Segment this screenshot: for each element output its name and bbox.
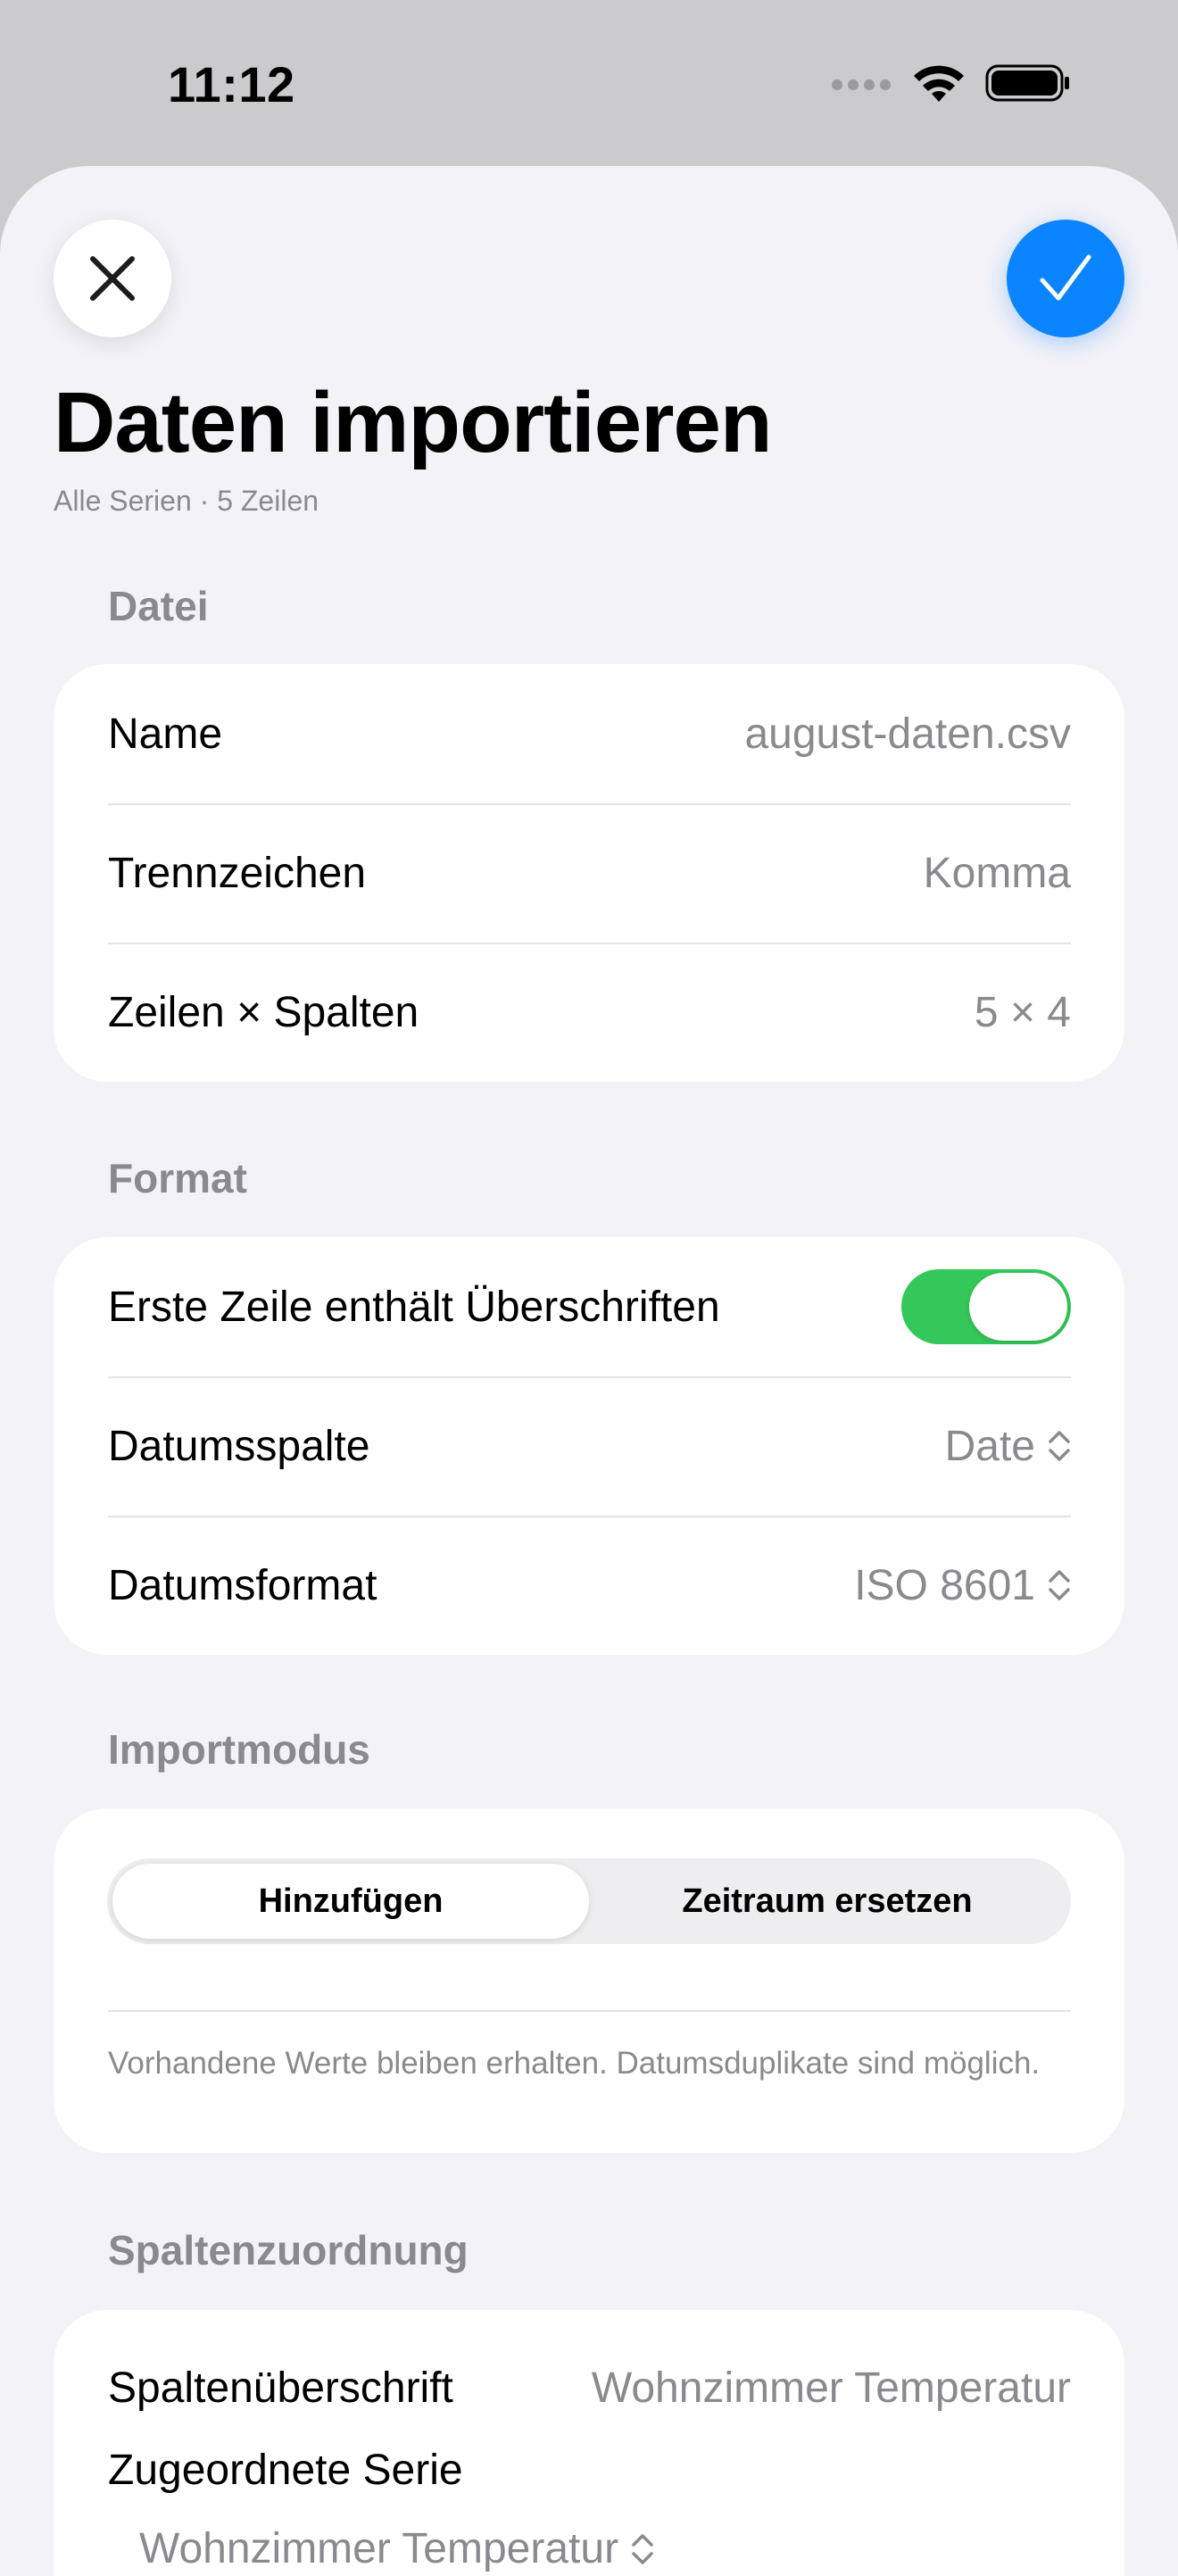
section-label-mapping: Spaltenzuordnung bbox=[108, 2227, 469, 2273]
segment-replace-range[interactable]: Zeitraum ersetzen bbox=[589, 1864, 1066, 1939]
file-card: Name august-daten.csv Trennzeichen Komma… bbox=[54, 664, 1124, 1082]
date-format-picker[interactable]: ISO 8601 bbox=[854, 1561, 1071, 1610]
cellular-signal-icon bbox=[832, 79, 891, 90]
divider bbox=[108, 2010, 1071, 2012]
row-label: Erste Zeile enthält Überschriften bbox=[108, 1283, 720, 1331]
page-subtitle: Alle Serien · 5 Zeilen bbox=[54, 485, 319, 517]
checkmark-icon bbox=[1040, 254, 1091, 301]
import-mode-note: Vorhandene Werte bleiben erhalten. Datum… bbox=[108, 2046, 1041, 2081]
chevron-up-down-icon bbox=[632, 2533, 653, 2564]
row-label: Datumsformat bbox=[108, 1561, 377, 1609]
series-picker-value-wrap: Wohnzimmer Temperatur bbox=[139, 2524, 654, 2573]
mapping-card: Spaltenüberschrift Wohnzimmer Temperatur… bbox=[54, 2310, 1124, 2576]
import-mode-card: Hinzufügen Zeitraum ersetzen Vorhandene … bbox=[54, 1808, 1124, 2153]
status-bar: 11:12 bbox=[0, 0, 1178, 166]
picker-value: ISO 8601 bbox=[854, 1561, 1035, 1609]
header-toggle-row: Erste Zeile enthält Überschriften bbox=[54, 1237, 1124, 1376]
rows-columns-row: Zeilen × Spalten 5 × 4 bbox=[54, 943, 1124, 1082]
file-name-row: Name august-daten.csv bbox=[54, 664, 1124, 803]
series-label-row: Zugeordnete Serie bbox=[108, 2446, 1071, 2495]
row-label: Zeilen × Spalten bbox=[108, 988, 419, 1036]
status-icons bbox=[830, 62, 1071, 104]
section-label-format: Format bbox=[108, 1155, 247, 1201]
import-mode-segmented-control[interactable]: Hinzufügen Zeitraum ersetzen bbox=[107, 1858, 1071, 1944]
date-column-row[interactable]: Datumsspalte Date bbox=[54, 1376, 1124, 1516]
close-button[interactable] bbox=[54, 220, 171, 337]
column-header-row: Spaltenüberschrift Wohnzimmer Temperatur bbox=[108, 2364, 1071, 2413]
date-column-picker[interactable]: Date bbox=[945, 1422, 1071, 1471]
segment-append[interactable]: Hinzufügen bbox=[112, 1864, 589, 1939]
section-label-import-mode: Importmodus bbox=[108, 1726, 370, 1773]
header-toggle[interactable] bbox=[901, 1269, 1071, 1344]
wifi-icon bbox=[914, 65, 964, 102]
chevron-up-down-icon bbox=[1049, 1431, 1070, 1461]
row-label: Zugeordnete Serie bbox=[108, 2447, 463, 2494]
page-title: Daten importieren bbox=[54, 375, 772, 470]
row-value: august-daten.csv bbox=[744, 710, 1071, 758]
battery-icon bbox=[985, 64, 1069, 102]
section-label-file: Datei bbox=[108, 583, 209, 629]
row-label: Spaltenüberschrift bbox=[108, 2364, 453, 2412]
import-sheet: Daten importieren Alle Serien · 5 Zeilen… bbox=[0, 166, 1178, 2576]
delimiter-row: Trennzeichen Komma bbox=[54, 803, 1124, 943]
row-label: Trennzeichen bbox=[108, 849, 367, 897]
picker-value: Wohnzimmer Temperatur bbox=[139, 2525, 619, 2572]
format-card: Erste Zeile enthält Überschriften Datums… bbox=[54, 1237, 1124, 1655]
toggle-knob bbox=[969, 1273, 1067, 1341]
picker-value: Date bbox=[944, 1422, 1035, 1470]
row-label: Name bbox=[108, 710, 223, 758]
chevron-up-down-icon bbox=[1049, 1570, 1070, 1600]
row-value: Komma bbox=[923, 849, 1071, 897]
row-label: Datumsspalte bbox=[108, 1422, 370, 1470]
status-time: 11:12 bbox=[168, 56, 295, 112]
series-picker[interactable]: Wohnzimmer Temperatur bbox=[139, 2524, 1071, 2573]
row-value: Wohnzimmer Temperatur bbox=[591, 2364, 1071, 2412]
confirm-button[interactable] bbox=[1007, 220, 1124, 337]
row-value: 5 × 4 bbox=[974, 988, 1071, 1036]
date-format-row[interactable]: Datumsformat ISO 8601 bbox=[54, 1516, 1124, 1655]
close-icon bbox=[90, 256, 135, 301]
